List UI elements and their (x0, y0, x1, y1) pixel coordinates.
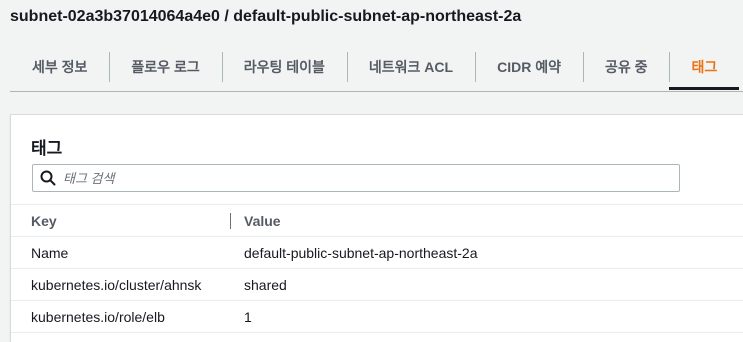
page-title: subnet-02a3b37014064a4e0 / default-publi… (10, 8, 522, 25)
tag-value: shared (244, 276, 287, 293)
tab-flow-logs[interactable]: 플로우 로그 (109, 44, 221, 90)
table-row: Name default-public-subnet-ap-northeast-… (11, 237, 743, 269)
tag-value: 1 (244, 308, 252, 325)
tab-details[interactable]: 세부 정보 (10, 44, 109, 90)
tag-search-box[interactable] (32, 164, 680, 192)
tag-search-input[interactable] (63, 166, 679, 190)
column-header-key[interactable]: Key (31, 213, 57, 229)
tags-panel: 태그 Key Value Name default-public-subnet-… (10, 114, 743, 342)
tag-key: kubernetes.io/role/elb (31, 308, 165, 325)
panel-title: 태그 (31, 139, 63, 158)
table-header: Key Value (11, 204, 743, 237)
table-row: kubernetes.io/role/elb 1 (11, 301, 743, 333)
tags-table: Key Value Name default-public-subnet-ap-… (11, 204, 743, 333)
column-header-value[interactable]: Value (230, 212, 281, 229)
tab-cidr-reservations[interactable]: CIDR 예약 (475, 44, 583, 90)
tag-key: Name (31, 244, 69, 261)
table-row: kubernetes.io/cluster/ahnsk shared (11, 269, 743, 301)
tab-bar: 세부 정보 플로우 로그 라우팅 테이블 네트워크 ACL CIDR 예약 공유… (10, 44, 743, 90)
tag-key: kubernetes.io/cluster/ahnsk (31, 276, 202, 293)
tab-route-table[interactable]: 라우팅 테이블 (221, 44, 347, 90)
tab-sharing[interactable]: 공유 중 (582, 44, 670, 90)
tab-network-acl[interactable]: 네트워크 ACL (346, 44, 475, 90)
tabs-divider (10, 91, 743, 92)
tag-value: default-public-subnet-ap-northeast-2a (244, 244, 478, 261)
search-icon (33, 165, 63, 191)
tab-tags[interactable]: 태그 (669, 44, 740, 90)
